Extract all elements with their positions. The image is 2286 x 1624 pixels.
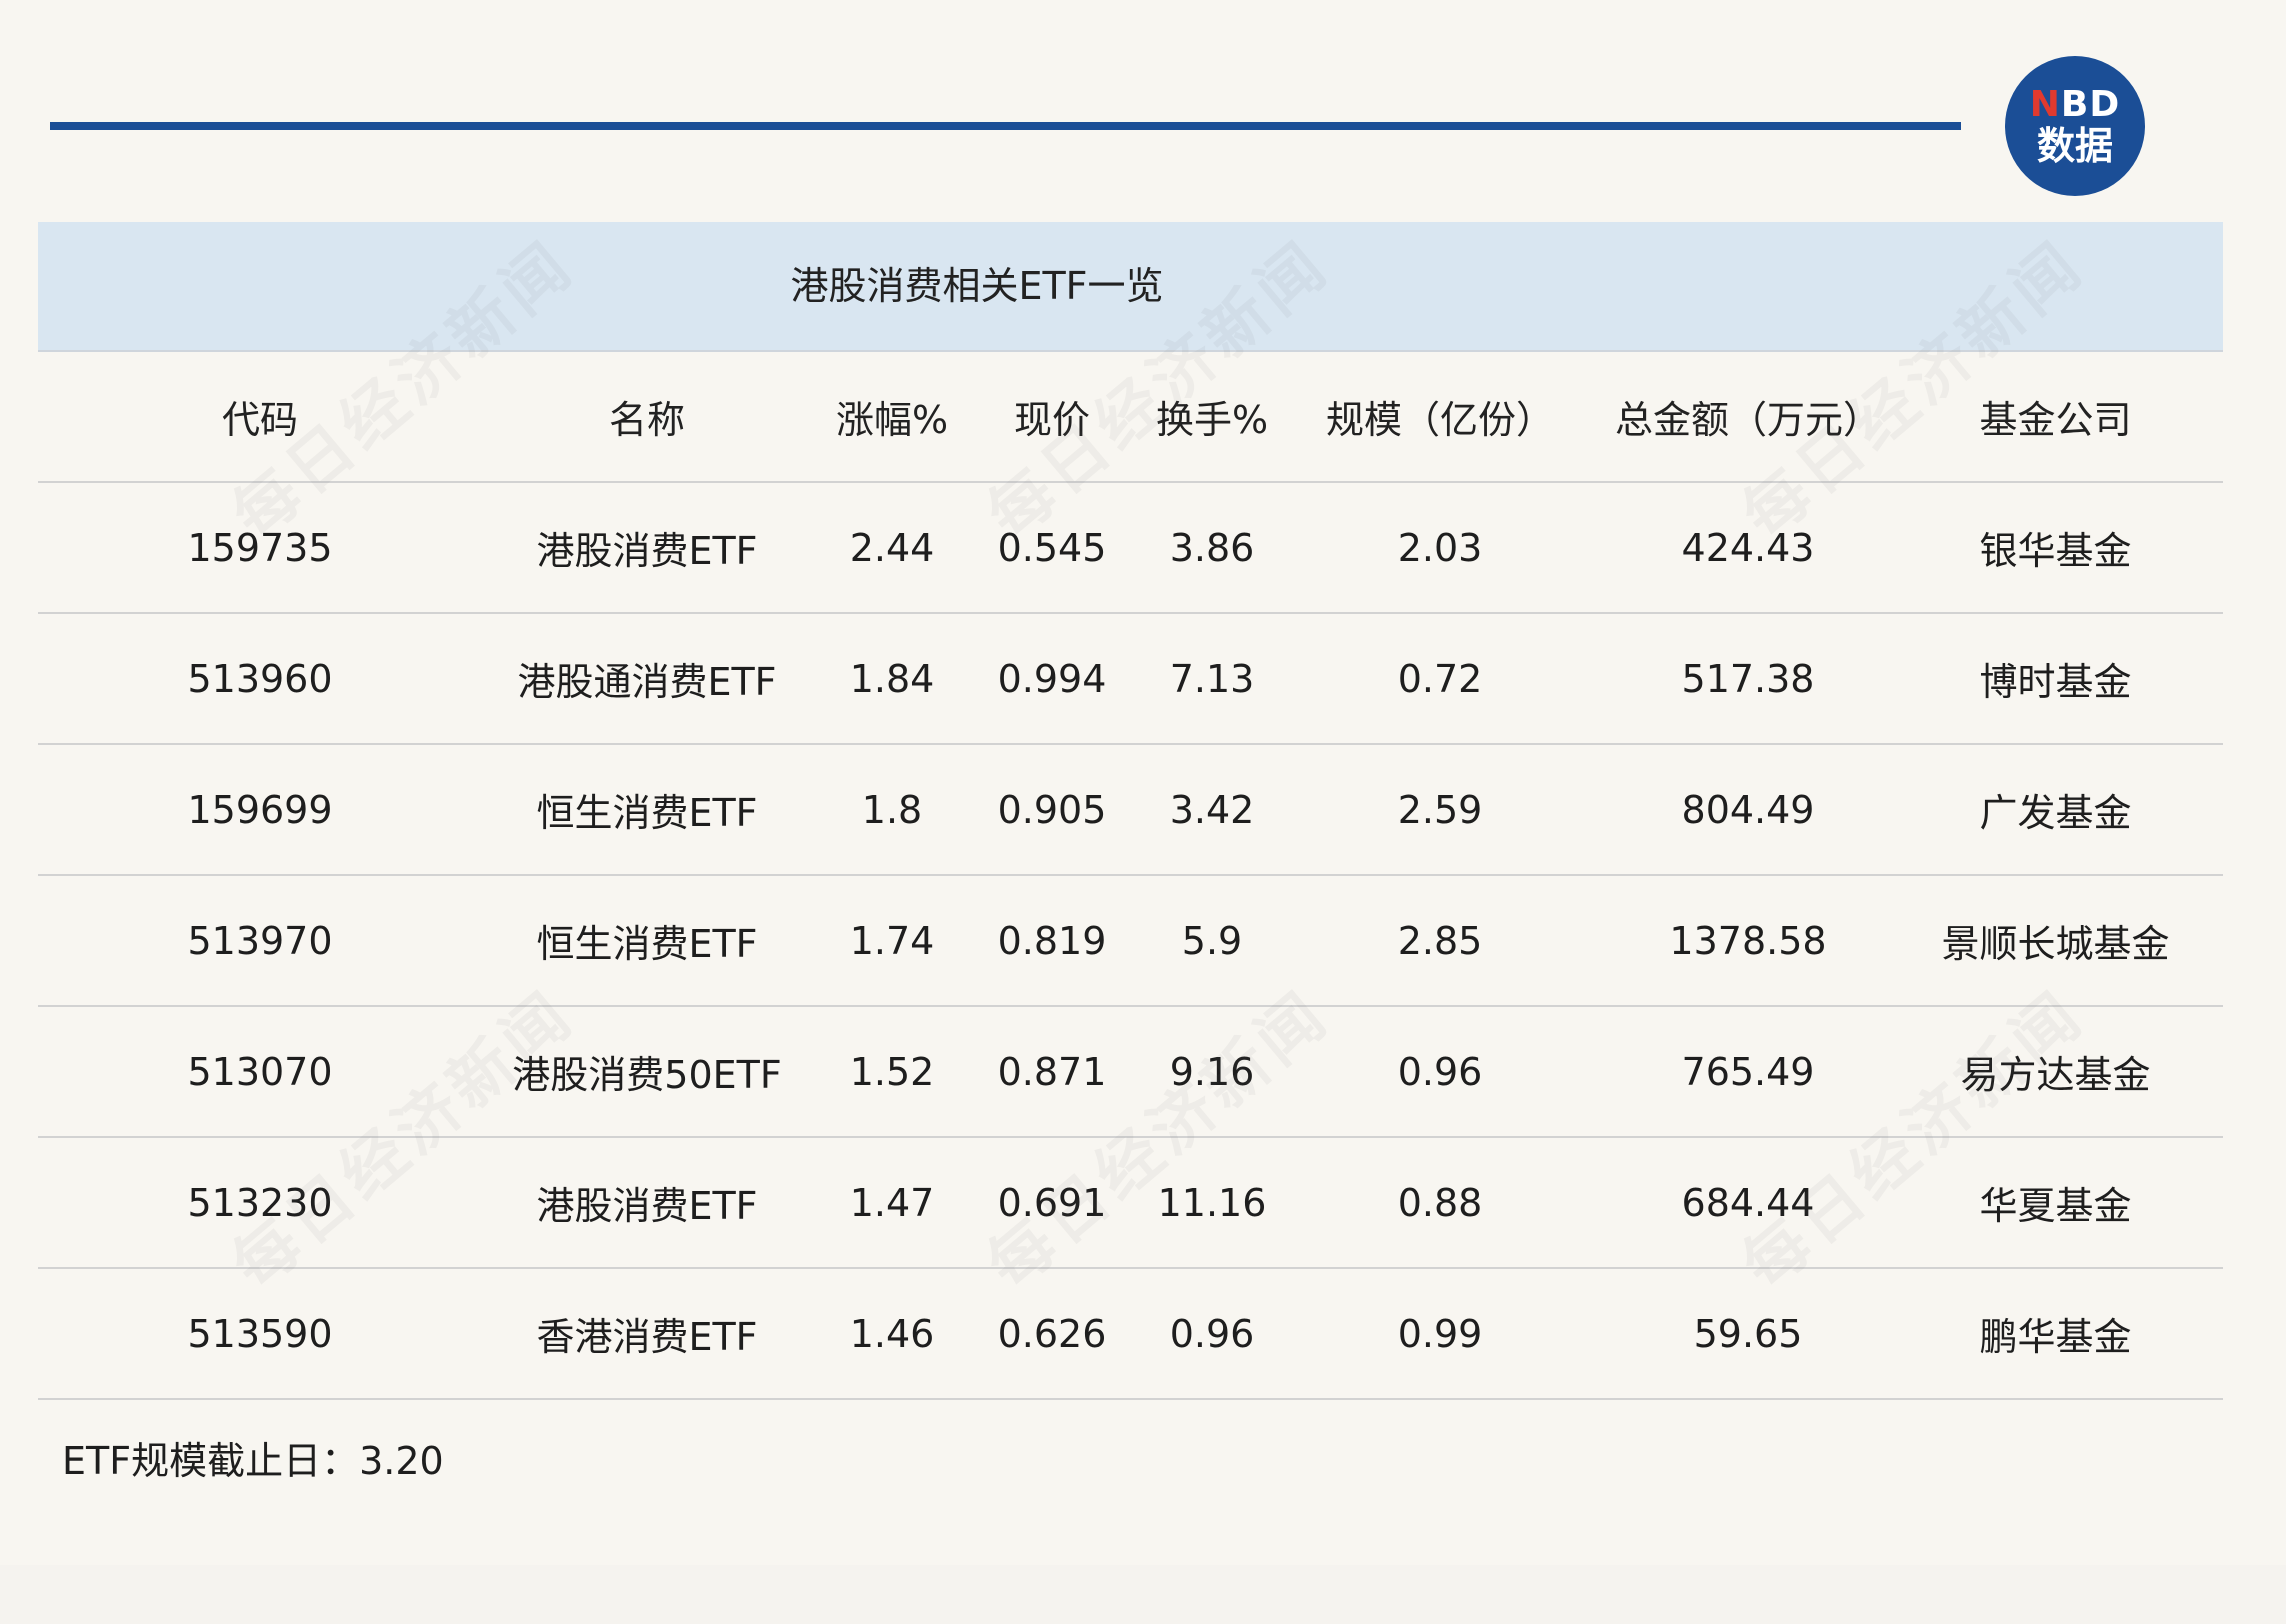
cell-name: 港股消费ETF (536, 529, 758, 573)
cell-name: 香港消费ETF (536, 1315, 758, 1359)
table-row: 159699 恒生消费ETF 1.8 0.905 3.42 2.59 804.49 广发基金 (38, 745, 2223, 876)
table-body: 159735 港股消费ETF 2.44 0.545 3.86 2.03 424.43 银华基金… (38, 483, 2223, 1400)
cell-turnover: 5.9 (1181, 918, 1243, 963)
cell-name: 港股消费50ETF (512, 1053, 782, 1097)
cell-code: 159735 (187, 525, 333, 570)
etf-table: 港股消费相关ETF一览 代码 名称 涨幅% 现价 换手% 规模（亿份） 总金额（… (38, 222, 2223, 1400)
cell-code: 513970 (187, 918, 333, 963)
cell-change: 1.74 (849, 918, 935, 963)
header-code: 代码 (221, 398, 298, 442)
table-row: 513590 香港消费ETF 1.46 0.626 0.96 0.99 59.65 鹏华基金 (38, 1269, 2223, 1400)
cell-change: 1.47 (849, 1180, 935, 1225)
cell-code: 159699 (187, 787, 333, 832)
cell-change: 2.44 (849, 525, 935, 570)
cell-scale: 0.96 (1397, 1049, 1483, 1094)
table-row: 513230 港股消费ETF 1.47 0.691 11.16 0.88 684.44 华夏基… (38, 1138, 2223, 1269)
cell-amount: 517.38 (1681, 656, 1815, 701)
cell-code: 513230 (187, 1180, 333, 1225)
cell-name: 港股消费ETF (536, 1184, 758, 1228)
cell-change: 1.52 (849, 1049, 935, 1094)
cell-company: 易方达基金 (1960, 1053, 2151, 1097)
cell-turnover: 11.16 (1157, 1180, 1267, 1225)
cell-scale: 0.99 (1397, 1311, 1483, 1356)
cell-code: 513960 (187, 656, 333, 701)
cell-turnover: 3.42 (1169, 787, 1255, 832)
cell-scale: 2.03 (1397, 525, 1483, 570)
cell-turnover: 9.16 (1169, 1049, 1255, 1094)
cell-price: 0.819 (997, 918, 1107, 963)
cell-company: 广发基金 (1979, 791, 2132, 835)
cell-company: 博时基金 (1979, 660, 2132, 704)
cell-scale: 2.85 (1397, 918, 1483, 963)
cell-company: 银华基金 (1979, 529, 2132, 573)
cell-name: 恒生消费ETF (536, 791, 758, 835)
cell-turnover: 7.13 (1169, 656, 1255, 701)
footnote: ETF规模截止日：3.20 (62, 1439, 444, 1483)
cell-amount: 684.44 (1681, 1180, 1815, 1225)
cell-company: 鹏华基金 (1979, 1315, 2132, 1359)
cell-amount: 1378.58 (1669, 918, 1827, 963)
cell-name: 港股通消费ETF (517, 660, 777, 704)
header-turnover: 换手% (1155, 398, 1269, 442)
logo-n: N (2029, 84, 2061, 125)
cell-name: 恒生消费ETF (536, 922, 758, 966)
cell-company: 华夏基金 (1979, 1184, 2132, 1228)
cell-turnover: 0.96 (1169, 1311, 1255, 1356)
table-row: 159735 港股消费ETF 2.44 0.545 3.86 2.03 424.43 银华基金 (38, 483, 2223, 614)
cell-price: 0.691 (997, 1180, 1107, 1225)
table-row: 513970 恒生消费ETF 1.74 0.819 5.9 2.85 1378.58 景顺长城… (38, 876, 2223, 1007)
cell-turnover: 3.86 (1169, 525, 1255, 570)
cell-price: 0.545 (997, 525, 1107, 570)
cell-scale: 0.72 (1397, 656, 1483, 701)
header-amount: 总金额（万元） (1614, 398, 1881, 442)
table-row: 513960 港股通消费ETF 1.84 0.994 7.13 0.72 517.38 博时基… (38, 614, 2223, 745)
cell-amount: 804.49 (1681, 787, 1815, 832)
header-name: 名称 (608, 398, 685, 442)
header-company: 基金公司 (1979, 398, 2132, 442)
table-title: 港股消费相关ETF一览 (790, 264, 1164, 308)
cell-amount: 424.43 (1681, 525, 1815, 570)
cell-scale: 2.59 (1397, 787, 1483, 832)
cell-scale: 0.88 (1397, 1180, 1483, 1225)
bottom-band (0, 1565, 2286, 1624)
cell-price: 0.994 (997, 656, 1107, 701)
cell-change: 1.46 (849, 1311, 935, 1356)
cell-amount: 765.49 (1681, 1049, 1815, 1094)
logo-data: 数据 (2036, 124, 2113, 168)
cell-change: 1.8 (861, 787, 923, 832)
logo-bd: BD (2060, 84, 2121, 125)
header-scale: 规模（亿份） (1325, 398, 1554, 442)
cell-price: 0.871 (997, 1049, 1107, 1094)
cell-code: 513070 (187, 1049, 333, 1094)
cell-code: 513590 (187, 1311, 333, 1356)
header-change: 涨幅% (835, 398, 949, 442)
table-header-row: 代码 名称 涨幅% 现价 换手% 规模（亿份） 总金额（万元） 基金公司 (38, 352, 2223, 483)
cell-price: 0.626 (997, 1311, 1107, 1356)
nbd-data-logo: NBD 数据 (2005, 56, 2145, 196)
table-title-band: 港股消费相关ETF一览 (38, 222, 2223, 352)
top-rule (50, 122, 1961, 130)
header-price: 现价 (1013, 398, 1090, 442)
table-row: 513070 港股消费50ETF 1.52 0.871 9.16 0.96 765.49 易方… (38, 1007, 2223, 1138)
cell-company: 景顺长城基金 (1941, 922, 2170, 966)
cell-price: 0.905 (997, 787, 1107, 832)
cell-change: 1.84 (849, 656, 935, 701)
cell-amount: 59.65 (1693, 1311, 1803, 1356)
